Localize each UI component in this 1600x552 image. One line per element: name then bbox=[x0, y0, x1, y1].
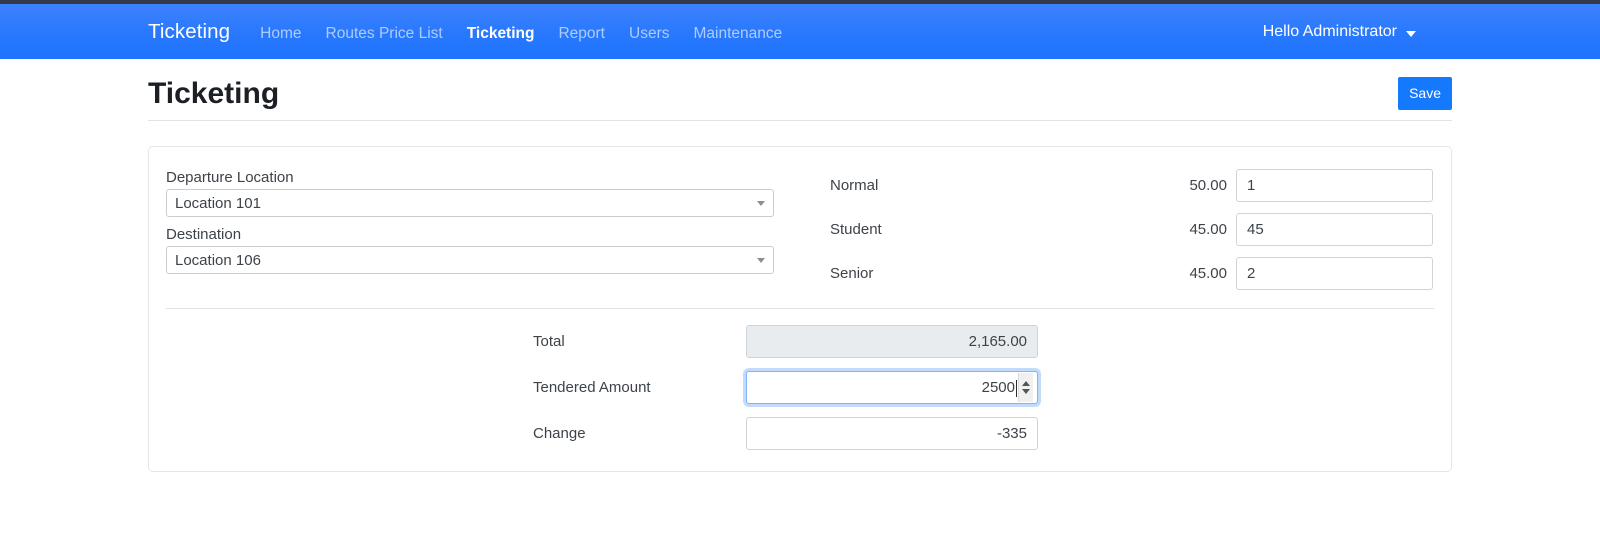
change-row: Change -335 bbox=[165, 417, 1435, 450]
stepper-down-icon[interactable] bbox=[1022, 389, 1030, 394]
fare-type-label: Normal bbox=[830, 177, 879, 194]
departure-location-select[interactable]: Location 101 bbox=[166, 189, 774, 217]
nav-link-maintenance[interactable]: Maintenance bbox=[693, 25, 782, 43]
chevron-down-icon bbox=[1406, 30, 1416, 37]
total-label: Total bbox=[533, 333, 565, 350]
ticketing-form-card: Departure Location Location 101 Destinat… bbox=[148, 146, 1452, 472]
student-quantity-input[interactable] bbox=[1236, 213, 1433, 246]
fare-price-value: 45.00 bbox=[1189, 221, 1227, 238]
nav-link-home[interactable]: Home bbox=[260, 25, 301, 43]
card-top-section: Departure Location Location 101 Destinat… bbox=[165, 169, 1435, 290]
top-navbar: Ticketing Home Routes Price List Ticketi… bbox=[0, 4, 1600, 59]
fare-row-student: Student 45.00 bbox=[830, 213, 1433, 246]
chevron-down-icon bbox=[757, 258, 765, 263]
destination-label: Destination bbox=[166, 226, 242, 243]
stepper-up-icon[interactable] bbox=[1022, 381, 1030, 386]
fare-price-value: 50.00 bbox=[1189, 177, 1227, 194]
nav-link-routes-price-list[interactable]: Routes Price List bbox=[326, 25, 443, 43]
total-amount-value: 2,165.00 bbox=[968, 333, 1027, 350]
tendered-amount-field[interactable]: 2500 bbox=[746, 371, 1038, 404]
fare-row-senior: Senior 45.00 bbox=[830, 257, 1433, 290]
text-cursor bbox=[1016, 380, 1017, 397]
nav-link-users[interactable]: Users bbox=[629, 25, 669, 43]
departure-location-label: Departure Location bbox=[166, 169, 294, 186]
change-label: Change bbox=[533, 425, 586, 442]
destination-value: Location 106 bbox=[175, 251, 261, 269]
senior-quantity-input[interactable] bbox=[1236, 257, 1433, 290]
page-header: Ticketing Save bbox=[148, 59, 1452, 121]
chevron-down-icon bbox=[757, 201, 765, 206]
tendered-amount-row: Tendered Amount 2500 bbox=[165, 371, 1435, 404]
user-greeting-label: Hello Administrator bbox=[1262, 22, 1397, 40]
total-row: Total 2,165.00 bbox=[165, 325, 1435, 358]
change-amount-value: -335 bbox=[996, 425, 1027, 442]
route-selection-column: Departure Location Location 101 Destinat… bbox=[165, 169, 800, 290]
number-stepper[interactable] bbox=[1018, 373, 1033, 402]
page-title: Ticketing bbox=[148, 77, 280, 110]
user-menu[interactable]: Hello Administrator bbox=[1263, 23, 1576, 41]
destination-select[interactable]: Location 106 bbox=[166, 246, 774, 274]
totals-section: Total 2,165.00 Tendered Amount 2500 Chan… bbox=[165, 309, 1435, 450]
fare-type-label: Senior bbox=[830, 265, 874, 282]
page-container: Ticketing Save Departure Location Locati… bbox=[0, 59, 1600, 472]
normal-quantity-input[interactable] bbox=[1236, 169, 1433, 202]
fare-price-value: 45.00 bbox=[1189, 265, 1227, 282]
save-button[interactable]: Save bbox=[1398, 77, 1452, 110]
change-amount-field[interactable]: -335 bbox=[746, 417, 1038, 450]
nav-link-report[interactable]: Report bbox=[558, 25, 605, 43]
fare-quantity-column: Normal 50.00 Student 45.00 Senior 45.00 bbox=[800, 169, 1435, 290]
fare-type-label: Student bbox=[830, 221, 882, 238]
total-amount-field: 2,165.00 bbox=[746, 325, 1038, 358]
nav-link-ticketing[interactable]: Ticketing bbox=[467, 25, 535, 43]
navbar-brand[interactable]: Ticketing bbox=[148, 20, 230, 44]
navbar-links: Home Routes Price List Ticketing Report … bbox=[260, 25, 782, 43]
tendered-amount-value: 2500 bbox=[981, 379, 1015, 396]
fare-row-normal: Normal 50.00 bbox=[830, 169, 1433, 202]
tendered-amount-label: Tendered Amount bbox=[533, 379, 651, 396]
navbar-left-group: Ticketing Home Routes Price List Ticketi… bbox=[0, 20, 782, 44]
departure-location-value: Location 101 bbox=[175, 194, 261, 212]
